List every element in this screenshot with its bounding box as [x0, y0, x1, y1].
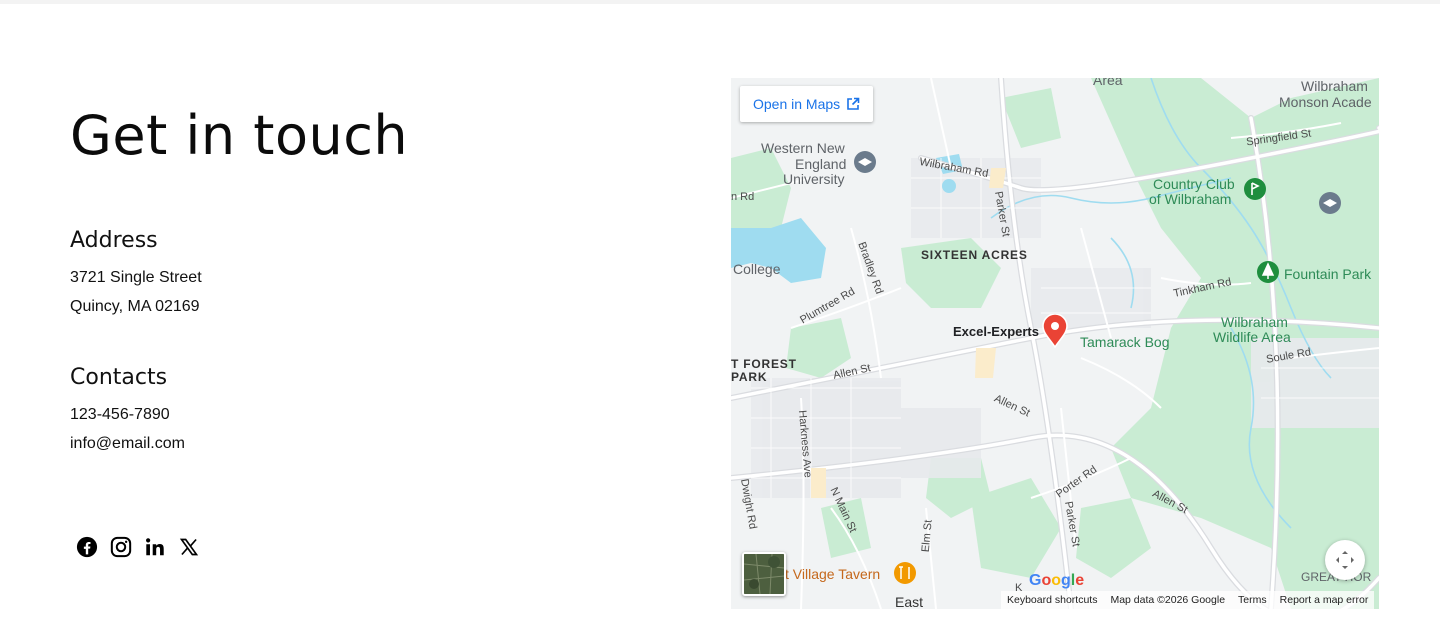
marker-label: Excel-Experts [953, 324, 1039, 339]
address-line-2: Quincy, MA 02169 [70, 298, 200, 315]
map-label: Area [1093, 78, 1123, 88]
location-pin-icon[interactable] [1041, 314, 1069, 348]
embedded-map[interactable]: Area Wilbraham Monson Acade Springfield … [731, 78, 1379, 609]
fullscreen-icon [1336, 551, 1354, 569]
linkedin-icon[interactable] [144, 536, 166, 558]
map-label: Country Club [1153, 176, 1235, 192]
map-label: Fountain Park [1284, 266, 1372, 282]
map-data-text: Map data ©2026 Google [1110, 594, 1226, 606]
map-attribution-bar: Keyboard shortcuts Map data ©2026 Google… [1001, 591, 1375, 609]
contact-phone: 123-456-7890 [70, 406, 170, 423]
map-label: Wilbraham [1301, 78, 1368, 94]
neighborhood-label: PARK [731, 370, 768, 384]
contacts-heading: Contacts [70, 365, 168, 390]
instagram-icon[interactable] [110, 536, 132, 558]
social-links [76, 536, 200, 558]
neighborhood-label: SIXTEEN ACRES [921, 248, 1028, 262]
address-heading: Address [70, 228, 158, 253]
map-label: College [733, 261, 781, 277]
keyboard-shortcuts-link[interactable]: Keyboard shortcuts [1007, 594, 1097, 606]
google-logo: Google [1029, 572, 1085, 589]
terms-link[interactable]: Terms [1238, 594, 1267, 606]
road-label: n Rd [731, 191, 755, 203]
satellite-toggle-button[interactable] [742, 552, 786, 596]
x-icon[interactable] [178, 536, 200, 558]
report-map-error-link[interactable]: Report a map error [1280, 594, 1369, 606]
open-in-maps-label: Open in Maps [753, 96, 841, 112]
map-label: Tamarack Bog [1080, 334, 1170, 350]
map-label: University [783, 171, 845, 187]
page-title: Get in touch [70, 104, 409, 167]
address-line-1: 3721 Single Street [70, 269, 202, 286]
map-label: of Wilbraham [1149, 191, 1232, 207]
neighborhood-label: T FOREST [731, 357, 797, 371]
map-label: Monson Acade [1279, 94, 1372, 110]
map-label: Western New [761, 140, 845, 156]
map-label: East [895, 594, 924, 609]
contact-email: info@email.com [70, 435, 185, 452]
facebook-icon[interactable] [76, 536, 98, 558]
fullscreen-button[interactable] [1325, 540, 1365, 580]
external-link-icon [847, 97, 860, 110]
contact-panel: Get in touch Address 3721 Single Street … [70, 0, 670, 639]
map-label: England [795, 156, 847, 172]
map-label: Wildlife Area [1213, 329, 1291, 345]
open-in-maps-button[interactable]: Open in Maps [740, 86, 874, 122]
restaurant-label: t Village Tavern [785, 566, 881, 582]
map-label: Wilbraham [1221, 314, 1288, 330]
